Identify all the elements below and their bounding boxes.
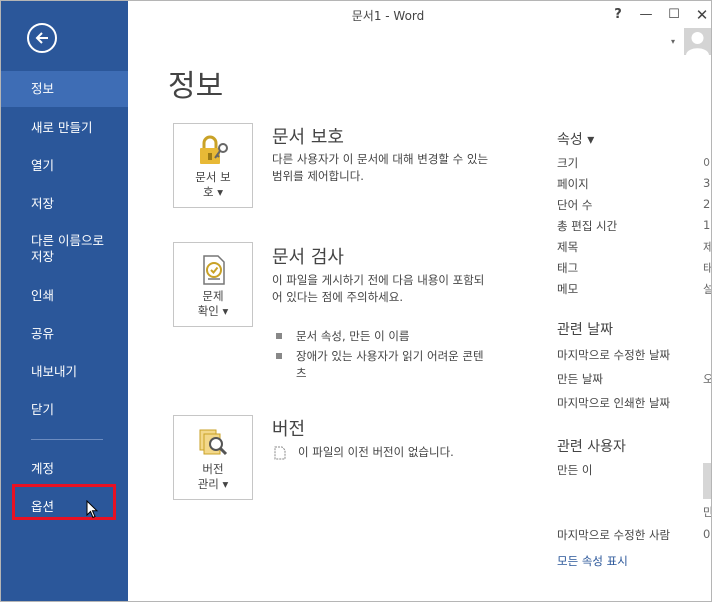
back-button[interactable] [27,23,57,53]
protect-description: 다른 사용자가 이 문서에 대해 변경할 수 있는 범위를 제어합니다. [272,152,489,183]
list-item: 문서 속성, 만든 이 이름 [276,328,491,345]
page-title: 정보 [168,69,224,104]
inspect-heading: 문서 검사 [272,247,344,268]
nav-item-save-as[interactable]: 다른 이름으로 저장 [1,229,119,269]
bullet-icon [276,333,282,339]
window-title: 문서1 - Word [351,9,425,23]
tile-label: 문서 보 [195,170,231,184]
person-icon [686,32,709,55]
nav-item-save[interactable]: 저장 [1,186,128,222]
lock-key-icon [200,135,228,164]
prop-label: 단어 수 [557,198,593,212]
nav-item-label: 계정 [31,461,55,476]
prop-label: 마지막으로 수정한 날짜 [557,348,671,362]
avatar[interactable] [684,28,711,55]
versions-description: 이 파일의 이전 버전이 없습니다. [298,445,454,459]
prop-label: 마지막으로 수정한 사람 [557,528,671,542]
nav-item-label: 정보 [31,81,55,96]
prop-value: 이 [703,155,711,171]
prop-label: 마지막으로 인쇄한 날짜 [557,396,671,410]
user-dropdown-icon[interactable]: ▾ [671,37,675,46]
prop-value: 0 [703,527,711,541]
nav-item-label: 새로 만들기 [31,120,93,135]
prop-value-field[interactable]: 제 [703,239,711,255]
close-button[interactable]: ✕ [691,5,711,25]
nav-item-label: 열기 [31,158,55,173]
manage-versions-button[interactable]: 버전 관리 ▾ [173,415,253,500]
list-item: 장애가 있는 사용자가 읽기 어려운 콘텐츠 [276,348,491,382]
nav-item-label: 닫기 [31,402,55,417]
nav-item-share[interactable]: 공유 [1,316,128,352]
help-button[interactable]: ? [607,5,629,25]
prop-value: 3 [703,176,711,190]
prop-label: 총 편집 시간 [557,219,618,233]
prop-value: 2 [703,197,711,211]
nav-separator [31,439,103,440]
prop-value: 1 [703,218,711,232]
minimize-icon: — [639,7,653,22]
check-for-issues-button[interactable]: 문제 확인 ▾ [173,242,253,327]
show-all-properties-link[interactable]: 모든 속성 표시 [557,553,628,569]
prop-label: 메모 [557,282,579,296]
nav-item-label: 다른 이름으로 저장 [31,233,104,264]
nav-item-label: 공유 [31,326,55,341]
inspect-description: 이 파일을 게시하기 전에 다음 내용이 포함되어 있다는 점에 주의하세요. [272,273,485,304]
tile-label: 문제 [202,289,224,303]
prop-label: 크기 [557,156,579,170]
versions-heading: 버전 [272,419,306,440]
nav-item-open[interactable]: 열기 [1,148,128,184]
nav-item-account[interactable]: 계정 [1,451,128,487]
nav-item-new[interactable]: 새로 만들기 [1,110,128,146]
tile-label: 관리 ▾ [197,477,229,491]
versions-magnifier-icon [199,429,228,456]
prop-value: 만 [703,504,711,520]
maximize-button[interactable]: ☐ [663,5,685,25]
bullet-text: 문서 속성, 만든 이 이름 [296,329,410,343]
related-people-heading: 관련 사용자 [557,439,626,455]
nav-item-label: 내보내기 [31,364,78,379]
nav-item-export[interactable]: 내보내기 [1,354,128,390]
bullet-text: 장애가 있는 사용자가 읽기 어려운 콘텐츠 [296,349,484,380]
prop-label: 페이지 [557,177,589,191]
prop-label: 태그 [557,261,579,275]
prop-label: 만든 날짜 [557,372,603,386]
prop-label: 제목 [557,240,579,254]
related-dates-heading: 관련 날짜 [557,322,613,338]
prop-value-field[interactable]: 설 [703,281,711,297]
maximize-icon: ☐ [668,7,680,22]
backstage-nav: 정보 새로 만들기 열기 저장 다른 이름으로 저장 인쇄 공유 내보내기 닫기… [1,1,128,601]
nav-item-label: 저장 [31,196,55,211]
author-avatar [703,463,711,499]
help-icon: ? [614,7,622,22]
bullet-icon [276,353,282,359]
inspect-document-icon [203,255,225,285]
nav-item-print[interactable]: 인쇄 [1,278,128,314]
tile-label: 확인 ▾ [197,304,229,318]
arrow-left-icon [35,32,48,44]
document-icon [274,446,286,460]
prop-label: 만든 이 [557,463,593,477]
nav-item-info[interactable]: 정보 [1,71,128,107]
word-backstage-window: 정보 새로 만들기 열기 저장 다른 이름으로 저장 인쇄 공유 내보내기 닫기… [0,0,712,602]
close-icon: ✕ [695,6,709,24]
mouse-cursor-icon [86,500,98,519]
tile-label: 호 ▾ [202,185,223,199]
prop-value-field[interactable]: 태 [703,260,711,276]
nav-item-label: 인쇄 [31,288,55,303]
properties-dropdown[interactable]: 속성 ▾ [557,129,594,149]
protect-heading: 문서 보호 [272,127,344,148]
tile-label: 버전 [202,462,224,476]
options-highlight-box [12,484,116,520]
nav-item-close[interactable]: 닫기 [1,392,128,428]
protect-document-button[interactable]: 문서 보 호 ▾ [173,123,253,208]
prop-value: 오 [703,371,711,387]
minimize-button[interactable]: — [635,5,657,25]
